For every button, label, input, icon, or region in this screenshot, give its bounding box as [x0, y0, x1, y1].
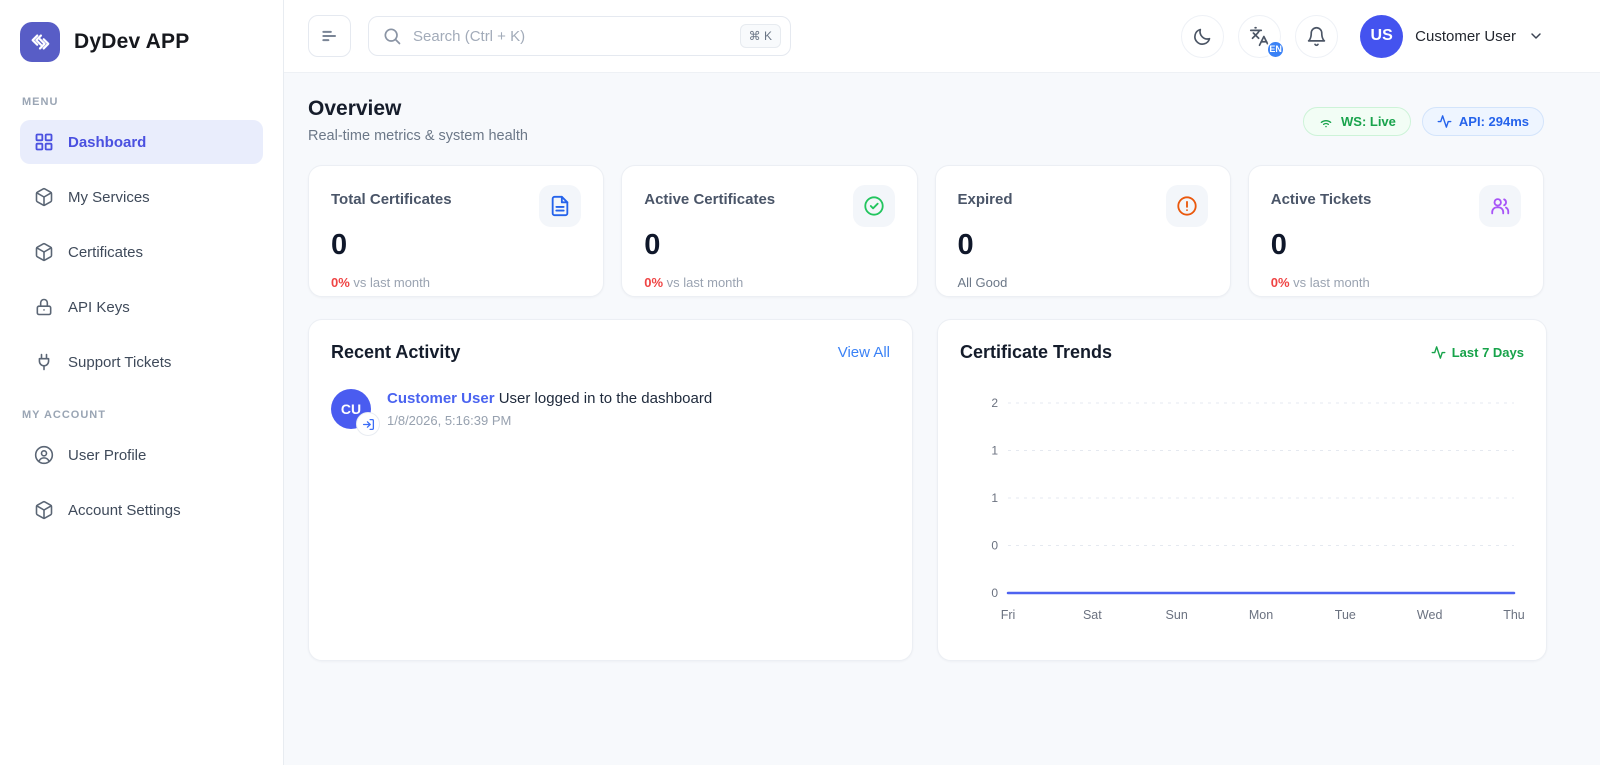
svg-text:Sun: Sun: [1166, 608, 1188, 622]
search-box: ⌘ K: [368, 16, 791, 56]
activity-icon: [1437, 114, 1452, 129]
app-logo-icon: [20, 22, 60, 62]
alert-circle-icon: [1166, 185, 1208, 227]
cube-icon: [34, 187, 54, 207]
svg-text:Mon: Mon: [1249, 608, 1273, 622]
svg-text:2: 2: [991, 396, 998, 410]
activity-avatar: CU: [331, 389, 371, 429]
page-title: Overview: [308, 97, 528, 121]
stat-footnote: All Good: [958, 275, 1208, 290]
activity-item: CU Customer User User logged in to the d…: [331, 389, 890, 429]
menu-icon: [320, 26, 340, 46]
user-circle-icon: [34, 445, 54, 465]
stat-title: Active Certificates: [644, 185, 775, 208]
wifi-icon: [1318, 114, 1334, 130]
stat-value: 0: [958, 229, 1208, 262]
certificate-trends-panel: Certificate Trends Last 7 Days 21100FriS…: [937, 319, 1547, 661]
dark-mode-button[interactable]: [1181, 15, 1224, 58]
stat-footnote: 0% vs last month: [644, 275, 894, 290]
language-button[interactable]: EN: [1238, 15, 1281, 58]
stat-value: 0: [1271, 229, 1521, 262]
sidebar-item-label: Account Settings: [68, 502, 181, 519]
recent-activity-title: Recent Activity: [331, 342, 460, 363]
stat-card-active-tickets: Active Tickets 0 0% vs last month: [1248, 165, 1544, 297]
view-all-link[interactable]: View All: [838, 344, 890, 361]
stat-card-expired: Expired 0 All Good: [935, 165, 1231, 297]
sidebar-item-label: Certificates: [68, 244, 143, 261]
stat-footnote: 0% vs last month: [1271, 275, 1521, 290]
sidebar-item-account-settings[interactable]: Account Settings: [20, 488, 263, 532]
users-icon: [1479, 185, 1521, 227]
activity-user-link[interactable]: Customer User: [387, 390, 495, 407]
app-logo-row: DyDev APP: [20, 22, 263, 62]
svg-text:Thu: Thu: [1503, 608, 1524, 622]
plug-icon: [34, 352, 54, 372]
svg-text:Wed: Wed: [1417, 608, 1443, 622]
sidebar-item-label: User Profile: [68, 447, 146, 464]
file-text-icon: [539, 185, 581, 227]
svg-text:Tue: Tue: [1335, 608, 1356, 622]
stats-grid: Total Certificates 0 0% vs last month Ac…: [308, 165, 1544, 297]
svg-text:1: 1: [991, 491, 998, 505]
range-label: Last 7 Days: [1431, 345, 1524, 360]
moon-icon: [1192, 26, 1213, 47]
recent-activity-panel: Recent Activity View All CU Customer Use…: [308, 319, 913, 661]
svg-text:Fri: Fri: [1001, 608, 1016, 622]
sidebar-item-label: Dashboard: [68, 134, 146, 151]
sidebar-item-my-services[interactable]: My Services: [20, 175, 263, 219]
activity-timestamp: 1/8/2026, 5:16:39 PM: [387, 413, 712, 428]
sidebar-item-api-keys[interactable]: API Keys: [20, 285, 263, 329]
login-icon: [356, 412, 380, 436]
cube-icon: [34, 242, 54, 262]
user-avatar: US: [1360, 15, 1403, 58]
activity-icon: [1431, 345, 1446, 360]
topbar: ⌘ K EN US Customer User: [284, 0, 1600, 73]
sidebar-toggle-button[interactable]: [308, 15, 351, 57]
main-content: Overview Real-time metrics & system heal…: [284, 73, 1600, 765]
svg-text:0: 0: [991, 586, 998, 600]
search-shortcut-badge: ⌘ K: [740, 24, 781, 48]
stat-title: Active Tickets: [1271, 185, 1372, 208]
svg-text:1: 1: [991, 444, 998, 458]
user-menu[interactable]: US Customer User: [1360, 15, 1544, 58]
lock-icon: [34, 297, 54, 317]
search-input[interactable]: [368, 16, 791, 56]
user-name: Customer User: [1415, 28, 1516, 45]
trends-line-chart: 21100FriSatSunMonTueWedThu: [960, 381, 1524, 634]
app-name: DyDev APP: [74, 30, 189, 54]
notifications-button[interactable]: [1295, 15, 1338, 58]
bell-icon: [1306, 26, 1327, 47]
search-icon: [382, 26, 402, 51]
chevron-down-icon: [1528, 28, 1544, 44]
page-subtitle: Real-time metrics & system health: [308, 128, 528, 144]
stat-footnote: 0% vs last month: [331, 275, 581, 290]
check-circle-icon: [853, 185, 895, 227]
svg-text:Sat: Sat: [1083, 608, 1102, 622]
stat-card-active-certificates: Active Certificates 0 0% vs last month: [621, 165, 917, 297]
sidebar-item-label: My Services: [68, 189, 150, 206]
cube-icon: [34, 500, 54, 520]
activity-text: Customer User User logged in to the dash…: [387, 389, 712, 409]
websocket-status-badge: WS: Live: [1303, 107, 1411, 136]
sidebar-item-label: API Keys: [68, 299, 130, 316]
menu-section-label: MENU: [22, 96, 263, 108]
stat-title: Total Certificates: [331, 185, 452, 208]
language-badge: EN: [1266, 40, 1285, 59]
stat-value: 0: [331, 229, 581, 262]
account-section-label: MY ACCOUNT: [22, 409, 263, 421]
sidebar: DyDev APP MENU Dashboard My Services Cer…: [0, 0, 284, 765]
stat-value: 0: [644, 229, 894, 262]
svg-text:0: 0: [991, 539, 998, 553]
sidebar-item-user-profile[interactable]: User Profile: [20, 433, 263, 477]
stat-card-total-certificates: Total Certificates 0 0% vs last month: [308, 165, 604, 297]
stat-title: Expired: [958, 185, 1013, 208]
grid-icon: [34, 132, 54, 152]
api-latency-badge: API: 294ms: [1422, 107, 1544, 136]
sidebar-item-label: Support Tickets: [68, 354, 171, 371]
sidebar-item-dashboard[interactable]: Dashboard: [20, 120, 263, 164]
sidebar-item-support-tickets[interactable]: Support Tickets: [20, 340, 263, 384]
certificate-trends-title: Certificate Trends: [960, 342, 1112, 363]
sidebar-item-certificates[interactable]: Certificates: [20, 230, 263, 274]
